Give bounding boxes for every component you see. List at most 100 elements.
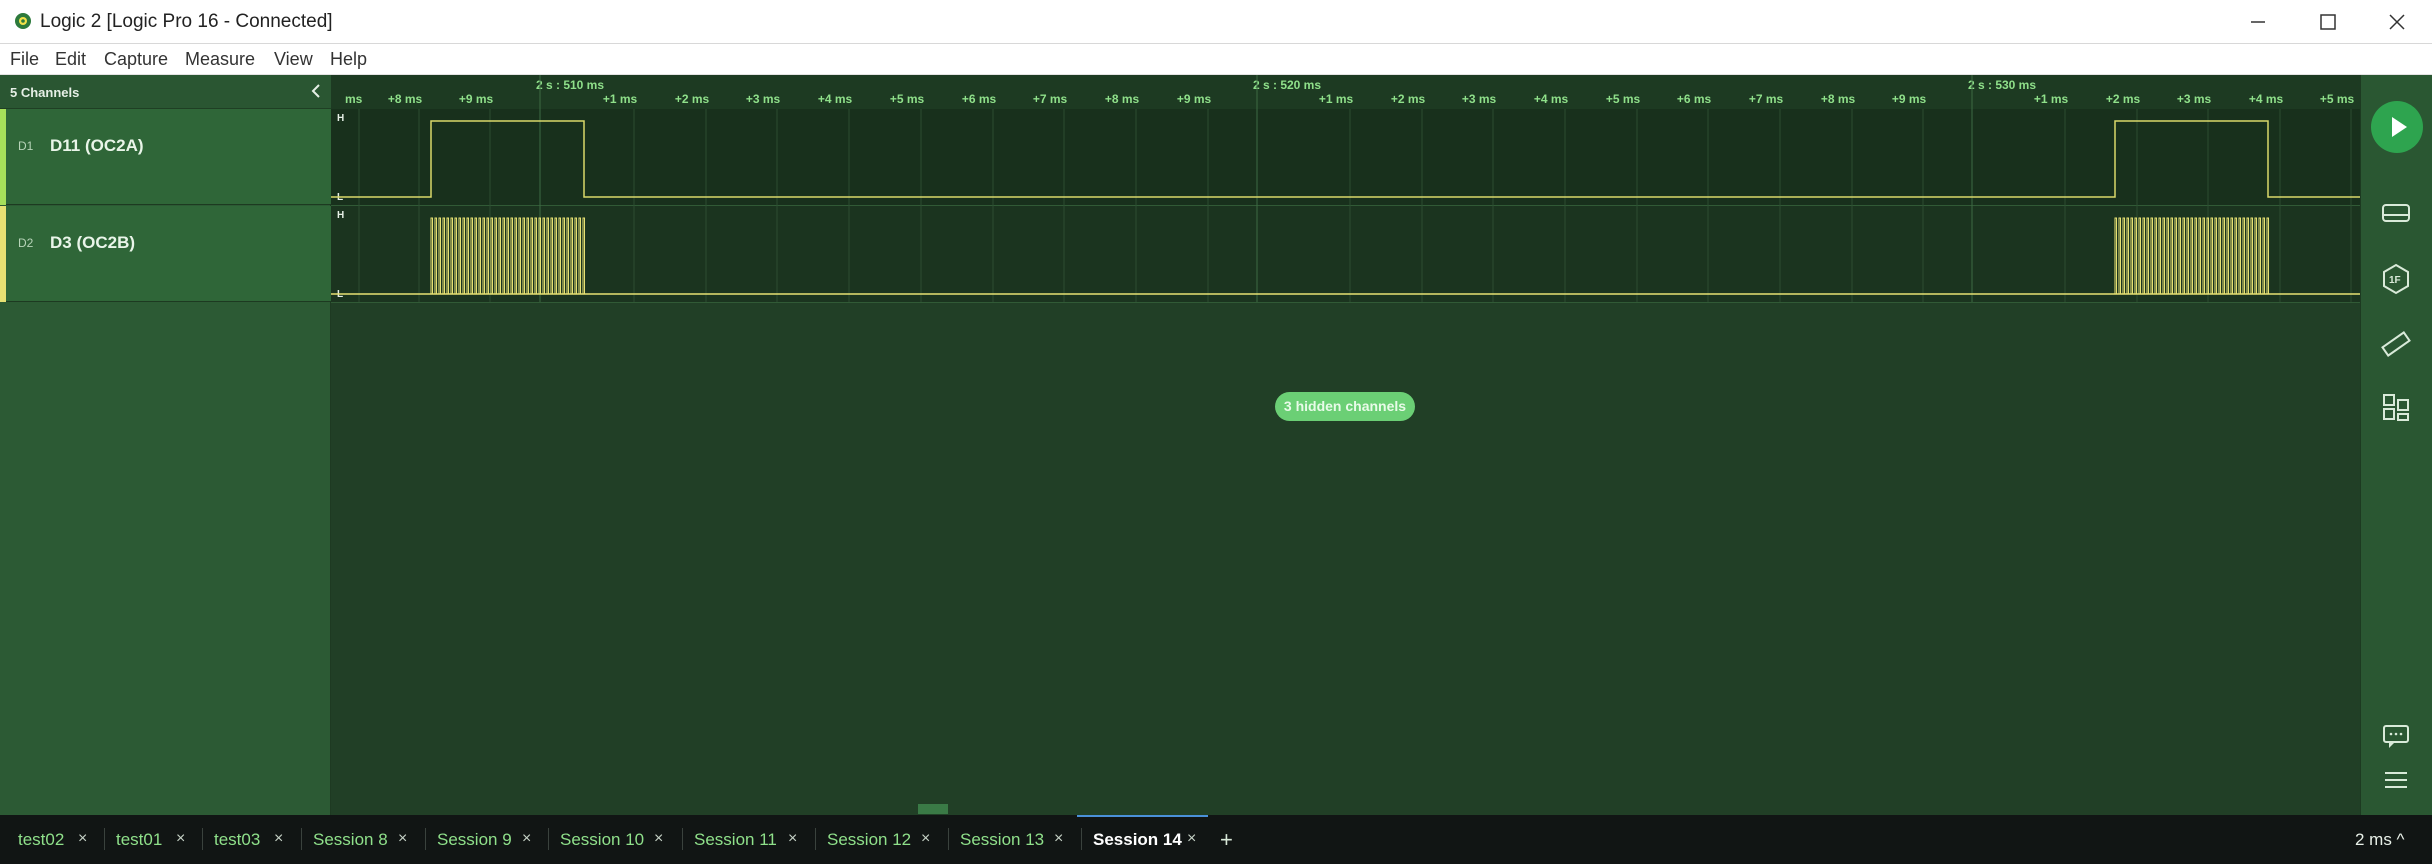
close-tab-icon[interactable]: × — [1187, 830, 1196, 848]
close-icon — [2389, 14, 2405, 30]
channel-row-d2[interactable]: D2 D3 (OC2B) — [0, 206, 331, 302]
time-tick-label: +2 ms — [2106, 92, 2141, 106]
session-tab[interactable]: test03 — [214, 830, 260, 850]
time-tick-label: +2 ms — [1391, 92, 1426, 106]
horizontal-scroll-thumb[interactable] — [918, 804, 948, 814]
menu-icon[interactable] — [2377, 761, 2415, 799]
menu-help[interactable]: Help — [330, 49, 367, 70]
menu-measure[interactable]: Measure — [185, 49, 255, 70]
extensions-icon[interactable] — [2377, 388, 2415, 426]
time-major-label: 2 s : 530 ms — [1968, 78, 2036, 92]
level-high-label: H — [337, 113, 344, 124]
close-tab-icon[interactable]: × — [398, 830, 407, 848]
time-tick-label: +8 ms — [388, 92, 423, 106]
menu-file[interactable]: File — [10, 49, 39, 70]
channels-header: 5 Channels — [0, 75, 331, 109]
close-tab-icon[interactable]: × — [176, 830, 185, 848]
time-tick-label: +5 ms — [890, 92, 925, 106]
time-tick-label: +4 ms — [1534, 92, 1569, 106]
tab-separator — [1081, 828, 1082, 850]
timing-markers-icon[interactable] — [2377, 195, 2415, 233]
analyzers-icon[interactable]: 1F — [2377, 260, 2415, 298]
channel-name[interactable]: D3 (OC2B) — [50, 233, 135, 253]
collapse-panel-icon[interactable] — [308, 82, 326, 100]
channel-index: D2 — [18, 236, 34, 250]
title-bar: Logic 2 [Logic Pro 16 - Connected] — [0, 0, 2432, 44]
close-tab-icon[interactable]: × — [1054, 830, 1063, 848]
session-tab[interactable]: test02 — [18, 830, 64, 850]
time-tick-label: +8 ms — [1105, 92, 1140, 106]
time-tick-label: +9 ms — [1892, 92, 1927, 106]
minimize-icon — [2251, 21, 2265, 23]
session-tab[interactable]: test01 — [116, 830, 162, 850]
session-tab[interactable]: Session 10 — [560, 830, 644, 850]
add-session-button[interactable]: + — [1220, 827, 1233, 853]
tab-separator — [104, 828, 105, 850]
close-tab-icon[interactable]: × — [654, 830, 663, 848]
menu-view[interactable]: View — [274, 49, 313, 70]
menu-capture[interactable]: Capture — [104, 49, 168, 70]
time-tick-label: +3 ms — [2177, 92, 2212, 106]
session-tab-bar: test02 × test01 × test03 × Session 8 × Session 9… — [0, 815, 2432, 864]
close-window-button[interactable] — [2362, 0, 2432, 44]
channel-color-swatch — [0, 109, 6, 205]
zoom-level[interactable]: 2 ms ^ — [2355, 830, 2405, 850]
level-high-label: H — [337, 210, 344, 221]
session-tab[interactable]: Session 11 — [694, 830, 777, 850]
session-tab[interactable]: Session 14 — [1093, 830, 1182, 850]
time-major-label: 2 s : 510 ms — [536, 78, 604, 92]
channel-index: D1 — [18, 139, 34, 153]
time-tick-label: +5 ms — [1606, 92, 1641, 106]
tab-separator — [548, 828, 549, 850]
time-tick-label: +1 ms — [1319, 92, 1354, 106]
feedback-icon[interactable] — [2377, 717, 2415, 755]
session-tab[interactable]: Session 12 — [827, 830, 911, 850]
session-tab[interactable]: Session 13 — [960, 830, 1044, 850]
window-title: Logic 2 [Logic Pro 16 - Connected] — [40, 11, 333, 32]
maximize-icon — [2320, 14, 2336, 30]
channels-panel: 5 Channels D1 D11 (OC2A) D2 D3 (OC2B) — [0, 75, 331, 815]
time-tick-label: +2 ms — [675, 92, 710, 106]
time-tick-label: +7 ms — [1033, 92, 1068, 106]
measure-ruler-icon[interactable] — [2377, 325, 2415, 363]
channel-name[interactable]: D11 (OC2A) — [50, 136, 144, 156]
time-tick-label: +3 ms — [746, 92, 781, 106]
channel-count: 5 Channels — [10, 85, 80, 100]
time-tick-label: +9 ms — [459, 92, 494, 106]
menu-edit[interactable]: Edit — [55, 49, 86, 70]
svg-text:1F: 1F — [2389, 275, 2401, 286]
waveform-view[interactable]: 2 s : 510 ms 2 s : 520 ms 2 s : 530 ms ms +… — [331, 75, 2360, 815]
hidden-channels-button[interactable]: 3 hidden channels — [1275, 392, 1415, 421]
tab-separator — [815, 828, 816, 850]
session-tab[interactable]: Session 8 — [313, 830, 388, 850]
logic-app-icon — [15, 13, 31, 29]
channel-color-swatch — [0, 206, 6, 302]
time-major-label: 2 s : 520 ms — [1253, 78, 1321, 92]
close-tab-icon[interactable]: × — [788, 830, 797, 848]
time-tick-label: +4 ms — [2249, 92, 2284, 106]
channel-row-d1[interactable]: D1 D11 (OC2A) — [0, 109, 331, 205]
close-tab-icon[interactable]: × — [274, 830, 283, 848]
maximize-button[interactable] — [2293, 0, 2363, 44]
session-tab[interactable]: Session 9 — [437, 830, 512, 850]
time-tick-label: +9 ms — [1177, 92, 1212, 106]
right-toolbar: 1F — [2360, 75, 2432, 815]
time-tick-label: +6 ms — [1677, 92, 1712, 106]
tab-separator — [425, 828, 426, 850]
time-tick-label: +8 ms — [1821, 92, 1856, 106]
time-tick-label: +6 ms — [962, 92, 997, 106]
time-tick-label: +1 ms — [2034, 92, 2069, 106]
tab-separator — [202, 828, 203, 850]
time-tick-label: ms — [345, 92, 363, 106]
time-tick-label: +3 ms — [1462, 92, 1497, 106]
close-tab-icon[interactable]: × — [921, 830, 930, 848]
tab-separator — [948, 828, 949, 850]
close-tab-icon[interactable]: × — [522, 830, 531, 848]
menu-bar: File Edit Capture Measure View Help — [0, 44, 2432, 75]
time-tick-label: +1 ms — [603, 92, 638, 106]
time-tick-label: +7 ms — [1749, 92, 1784, 106]
minimize-button[interactable] — [2223, 0, 2293, 44]
start-capture-button[interactable] — [2371, 101, 2423, 153]
close-tab-icon[interactable]: × — [78, 830, 87, 848]
play-icon — [2392, 117, 2407, 137]
